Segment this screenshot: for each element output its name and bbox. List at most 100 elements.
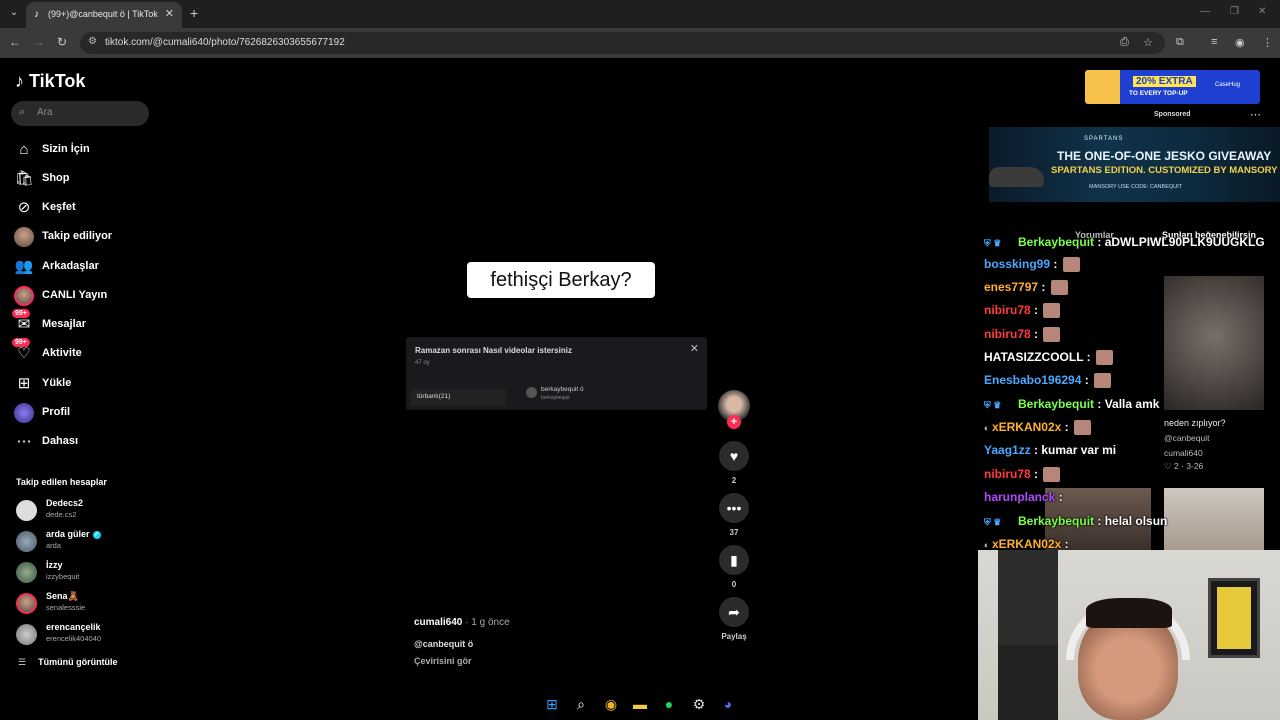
logo-text: TikTok [29,71,86,91]
sidebar-item-upload[interactable]: ⊞ Yükle [14,374,154,396]
windows-taskbar: ⊞ ⌕ ◉ ▬ ● ⚙ ◕ [0,688,978,720]
site-info-icon[interactable]: ⚙ [88,36,97,47]
avatar [526,387,537,398]
browser-tab[interactable]: ♪ (99+)@canbequit ö | TikTok ✕ [26,2,182,28]
sidebar-item-messages[interactable]: ✉ 99+ Mesajlar [12,309,154,337]
sidebar-item-label: Sizin İçin [42,143,90,155]
post-author[interactable]: cumali640 · 1 g önce [414,617,510,628]
close-tab-icon[interactable]: ✕ [165,7,174,20]
compass-icon: ⊘ [17,199,31,216]
action-bar: + ♥ 2 ••• 37 ▮ 0 ➦ Paylaş [717,389,751,649]
forward-icon[interactable]: → [33,35,45,49]
spotify-icon[interactable]: ● [660,695,678,713]
close-window-icon[interactable]: ✕ [1258,6,1266,17]
account-username: dede.cs2 [46,510,77,519]
browser-tab-bar: ⌄ ♪ (99+)@canbequit ö | TikTok ✕ + — ❐ ✕ [0,0,1280,28]
translate-link[interactable]: Çevirisini gör [414,656,472,666]
reading-list-icon[interactable]: ≡ [1211,36,1217,48]
file-explorer-icon[interactable]: ▬ [631,695,649,713]
reload-icon[interactable]: ↻ [57,35,67,49]
streamer-webcam [978,550,1280,720]
following-account[interactable]: arda güler ✓ arda [16,529,156,555]
search-input[interactable]: ⌕ Ara [11,101,149,126]
jersey-frame [1208,578,1260,658]
sidebar-item-shop[interactable]: 🛍 Shop [14,169,154,191]
search-icon[interactable]: ⌕ [572,695,590,713]
share-icon: ➦ [728,604,740,620]
sidebar-item-for-you[interactable]: ⌂ Sizin İçin [14,140,154,162]
account-name: Dedecs2 [46,498,84,508]
steam-icon[interactable]: ⚙ [690,695,708,713]
chat-badges-icon: ⛨ ♛ [984,400,1002,410]
extensions-icon[interactable]: ⧉ [1176,36,1184,49]
wall-poster [998,550,1058,645]
tiktok-note-icon: ♪ [15,71,24,91]
avatar [16,593,37,614]
banner-brand: SPARTANS [1084,136,1124,142]
verified-icon: ✓ [92,530,101,539]
minimize-icon[interactable]: — [1200,6,1210,17]
spartans-ad-banner[interactable]: SPARTANS THE ONE-OF-ONE JESKO GIVEAWAY S… [989,127,1280,202]
comment-count: 37 [729,528,739,537]
emote-icon [1050,280,1068,296]
sidebar-item-explore[interactable]: ⊘ Keşfet [14,198,154,220]
chat-message: harunplanck : [984,490,1063,504]
casehug-ad[interactable]: 20% EXTRA TO EVERY TOP-UP CaseHug [1085,70,1260,104]
chat-message: bossking99 : [984,257,1080,275]
poll-question: Ramazan sonrası Nasıl videolar istersini… [415,346,572,355]
maximize-icon[interactable]: ❐ [1230,6,1239,17]
like-button[interactable]: ♥ [719,441,749,471]
share-button[interactable]: ➦ [719,597,749,627]
activity-icon: ♡ [17,345,31,362]
emote-icon [1043,327,1061,343]
chat-message: nibiru78 : [984,327,1061,345]
poll-option[interactable]: türbanlı(21) [411,389,506,406]
windows-start-icon[interactable]: ⊞ [543,695,561,713]
sidebar-item-activity[interactable]: ♡ 99+ Aktivite [12,338,154,366]
following-account[interactable]: erencançelik erencelik404040 [16,622,156,648]
poll-author-name: berkaybequit ö [541,386,584,393]
address-bar[interactable]: ⚙ tiktok.com/@cumali640/photo/7626826303… [80,32,1165,54]
emote-icon [1062,257,1080,273]
ad-subtitle: TO EVERY TOP-UP [1129,90,1188,97]
sidebar-item-friends[interactable]: 👥 Arkadaşlar [14,257,154,279]
poll-votes: 47 oy [415,360,430,366]
browser-menu-icon[interactable]: ⋮ [1262,36,1273,49]
sidebar-item-more[interactable]: ⋯ Dahası [14,432,154,454]
sidebar-item-label: Aktivite [42,347,82,359]
profile-avatar-icon[interactable]: ◉ [1235,36,1245,49]
bookmark-star-icon[interactable]: ☆ [1143,36,1153,49]
following-account[interactable]: Dedecs2 dede.cs2 [16,498,156,524]
author-name: cumali640 [414,617,463,628]
sidebar-item-profile[interactable]: Profil [14,403,154,425]
sidebar-item-label: Arkadaşlar [42,260,99,272]
back-icon[interactable]: ← [9,35,21,49]
sidebar-item-label: Profil [42,406,71,418]
chat-message: Enesbabo196294 : [984,373,1112,391]
post-description[interactable]: @canbequit ö [414,639,473,649]
tiktok-logo[interactable]: ♪ TikTok [15,71,85,92]
sidebar-item-live[interactable]: CANLI Yayın [14,286,154,308]
sidebar-item-label: Yükle [42,377,72,389]
show-all-button[interactable]: ☰ Tümünü görüntüle [18,657,118,668]
sidebar-item-following[interactable]: Takip ediliyor [14,227,154,249]
follow-plus-icon[interactable]: + [727,415,741,429]
more-options-icon[interactable]: ⋯ [1250,108,1261,121]
save-button[interactable]: ▮ [719,545,749,575]
sidebar-item-label: Takip ediliyor [42,230,113,242]
following-account[interactable]: İzzy izzybequit [16,560,156,586]
comment-button[interactable]: ••• [719,493,749,523]
share-label: Paylaş [721,632,747,641]
install-app-icon[interactable]: ⎙ [1120,36,1129,49]
following-account[interactable]: Sena🧸 senalesssie [16,591,156,617]
close-icon[interactable]: ✕ [690,342,699,355]
heart-icon: ♥ [729,448,739,464]
photo-overlay-text: fethişçi Berkay? [467,262,655,298]
discord-icon[interactable]: ◕ [719,695,737,713]
new-tab-icon[interactable]: + [190,5,198,21]
tab-search-icon[interactable]: ⌄ [6,5,22,21]
sidebar-item-label: Keşfet [42,201,76,213]
car-image [989,167,1044,187]
save-count: 0 [731,580,737,589]
chrome-icon[interactable]: ◉ [602,695,620,713]
